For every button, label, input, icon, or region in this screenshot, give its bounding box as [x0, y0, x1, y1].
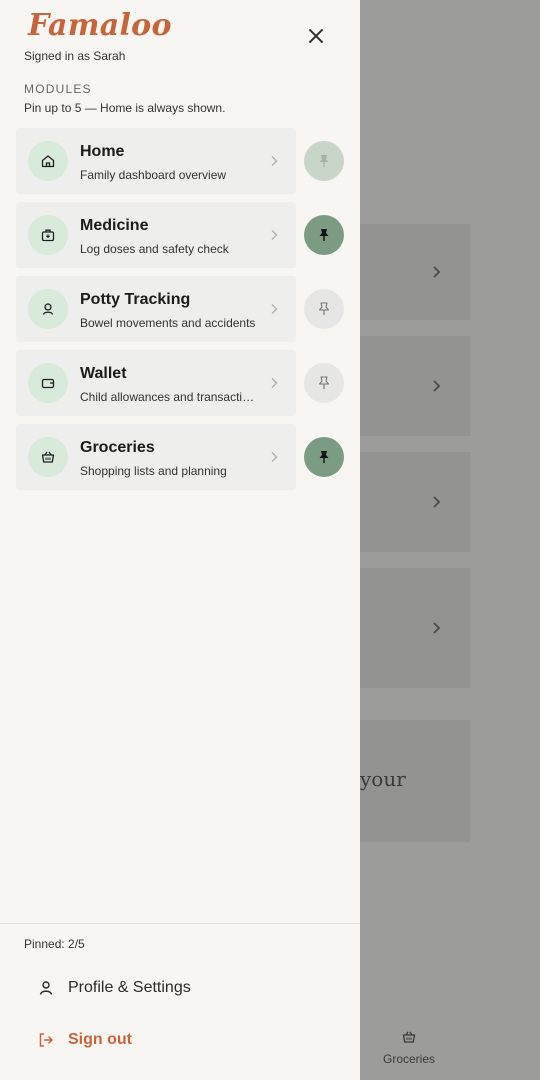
sign-out-icon — [24, 1032, 68, 1048]
chevron-right-icon — [268, 229, 280, 241]
chevron-right-icon — [268, 155, 280, 167]
chevron-right-icon — [430, 266, 442, 278]
bottom-nav-label: Groceries — [382, 1052, 435, 1066]
chevron-right-icon — [268, 451, 280, 463]
user-icon — [24, 980, 68, 996]
module-row-medicine: Medicine Log doses and safety check — [16, 202, 346, 268]
module-row-groceries: Groceries Shopping lists and planning — [16, 424, 346, 490]
background-card — [360, 452, 470, 552]
bottom-nav-groceries: Groceries — [382, 1030, 436, 1068]
medkit-icon — [28, 215, 68, 255]
close-icon — [309, 29, 323, 43]
pin-button-wallet[interactable] — [304, 363, 344, 403]
module-description: Family dashboard overview — [80, 168, 227, 182]
module-title: Home — [80, 143, 125, 160]
background-card — [360, 568, 470, 688]
pin-icon — [319, 451, 329, 463]
signed-in-text: Signed in as Sarah — [24, 49, 126, 63]
app-logo: Famaloo — [28, 8, 172, 43]
module-card-potty-tracking[interactable]: Potty Tracking Bowel movements and accid… — [16, 276, 296, 342]
basket-icon — [28, 437, 68, 477]
module-card-wallet[interactable]: Wallet Child allowances and transactions — [16, 350, 296, 416]
house-icon — [28, 141, 68, 181]
chevron-right-icon — [430, 380, 442, 392]
module-title: Wallet — [80, 365, 127, 382]
pin-button-medicine[interactable] — [304, 215, 344, 255]
potty-icon — [28, 289, 68, 329]
module-row-home: Home Family dashboard overview — [16, 128, 346, 194]
navigation-drawer: Famaloo Signed in as Sarah MODULES Pin u… — [0, 0, 360, 1080]
chevron-right-icon — [430, 622, 442, 634]
basket-icon — [402, 1031, 416, 1043]
pin-icon — [319, 155, 329, 167]
chevron-right-icon — [268, 303, 280, 315]
pin-icon — [319, 229, 329, 241]
module-title: Medicine — [80, 217, 149, 234]
pin-button-groceries[interactable] — [304, 437, 344, 477]
module-description: Bowel movements and accidents — [80, 316, 256, 330]
pin-outline-icon — [318, 376, 330, 389]
module-card-medicine[interactable]: Medicine Log doses and safety check — [16, 202, 296, 268]
footer-divider — [0, 923, 360, 924]
module-title: Groceries — [80, 439, 155, 456]
background-card — [360, 336, 470, 436]
modules-section-hint: Pin up to 5 — Home is always shown. — [24, 101, 226, 115]
module-description: Shopping lists and planning — [80, 464, 227, 478]
profile-settings-label: Profile & Settings — [68, 979, 191, 996]
background-card — [360, 224, 470, 320]
chevron-right-icon — [268, 377, 280, 389]
close-button[interactable] — [302, 22, 330, 50]
pinned-count: Pinned: 2/5 — [24, 937, 85, 951]
wallet-icon — [28, 363, 68, 403]
module-description: Log doses and safety check — [80, 242, 229, 256]
pin-button-home[interactable] — [304, 141, 344, 181]
pin-outline-icon — [318, 302, 330, 315]
pin-button-potty-tracking[interactable] — [304, 289, 344, 329]
chevron-right-icon — [430, 496, 442, 508]
module-row-wallet: Wallet Child allowances and transactions — [16, 350, 346, 416]
module-description: Child allowances and transactions — [80, 390, 256, 404]
module-card-groceries[interactable]: Groceries Shopping lists and planning — [16, 424, 296, 490]
sign-out-link[interactable]: Sign out — [24, 1020, 132, 1060]
module-card-home[interactable]: Home Family dashboard overview — [16, 128, 296, 194]
module-title: Potty Tracking — [80, 291, 191, 308]
module-row-potty-tracking: Potty Tracking Bowel movements and accid… — [16, 276, 346, 342]
sign-out-label: Sign out — [68, 1031, 132, 1048]
profile-settings-link[interactable]: Profile & Settings — [24, 968, 191, 1008]
background-text: your — [360, 767, 406, 791]
modules-section-label: MODULES — [24, 82, 92, 96]
module-list: Home Family dashboard overview Medicine … — [16, 128, 346, 498]
